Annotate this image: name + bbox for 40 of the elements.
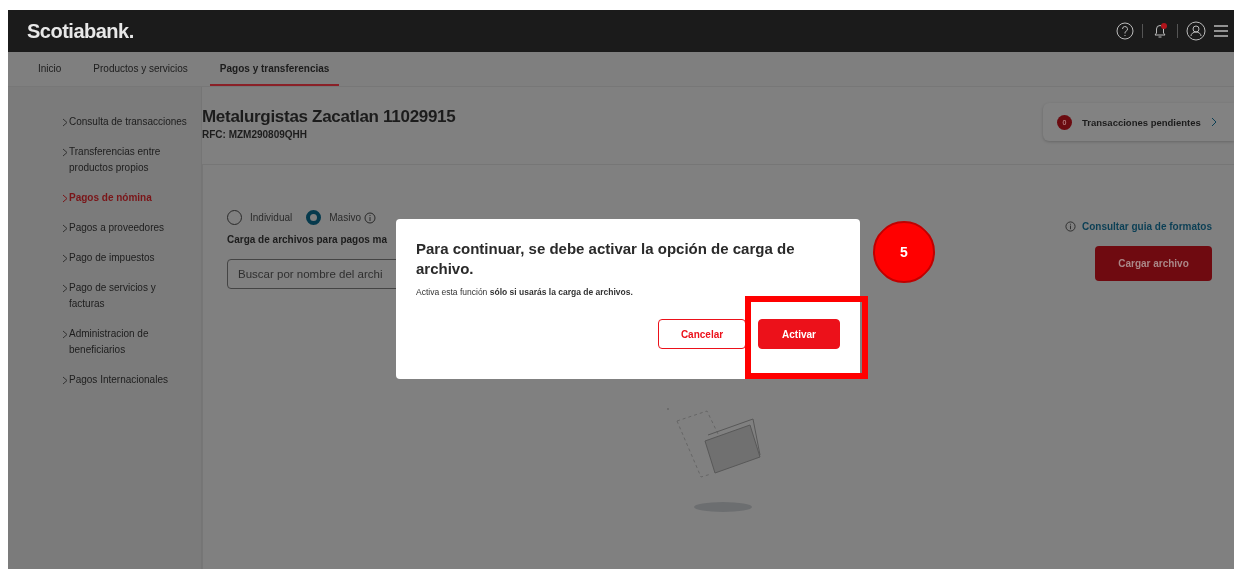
info-icon [1065, 221, 1076, 232]
bell-icon[interactable] [1151, 22, 1169, 40]
radio-label: Masivo [329, 212, 361, 223]
sidebar-link[interactable]: Pagos de nómina [69, 190, 152, 206]
upload-label: Carga de archivos para pagos ma [227, 234, 389, 245]
activate-button[interactable]: Activar [758, 319, 840, 349]
menu-icon[interactable] [1214, 25, 1228, 37]
sidebar-link[interactable]: Administracion de beneficiarios [69, 326, 193, 358]
sidebar-link[interactable]: Transferencias entre productos propios [69, 144, 193, 176]
rfc-text: RFC: MZM290809QHH [202, 129, 309, 140]
radio-label: Individual [250, 212, 293, 223]
chevron-icon [62, 224, 69, 233]
nav-tab[interactable]: Pagos y transferencias [209, 52, 340, 86]
account-title: Metalurgistas Zacatlan 11029915 [202, 107, 456, 127]
format-guide-link[interactable]: Consultar guia de formatos [1082, 221, 1212, 232]
cancel-button[interactable]: Cancelar [658, 319, 746, 349]
sidebar-link[interactable]: Pagos a proveedores [69, 220, 165, 236]
chevron-icon [62, 118, 69, 127]
sidebar-link[interactable]: Consulta de transacciones [69, 114, 187, 130]
nav-tab[interactable]: Productos y servicios [83, 52, 198, 86]
sidebar-link[interactable]: Pago de impuestos [69, 250, 155, 266]
chevron-icon [62, 284, 69, 293]
chevron-icon [62, 148, 69, 157]
upload-file-button[interactable]: Cargar archivo [1095, 245, 1212, 281]
chevron-icon [62, 254, 69, 263]
radio-button[interactable] [306, 210, 322, 225]
dialog-message: Activa esta función sólo si usarás la carga de archivos. [416, 287, 634, 297]
chevron-icon [62, 376, 69, 385]
chevron-icon [62, 330, 69, 339]
sidebar-link[interactable]: Pago de servicios y facturas [69, 280, 193, 312]
sidebar-link[interactable]: Pagos Internacionales [69, 372, 168, 388]
pending-label: Transacciones pendientes [1082, 116, 1201, 128]
step-badge: 5 [873, 221, 935, 283]
chevron-icon [62, 194, 69, 203]
info-icon[interactable] [363, 211, 376, 224]
help-icon[interactable] [1116, 22, 1134, 40]
user-icon[interactable] [1186, 21, 1206, 41]
chevron-icon [1210, 117, 1217, 127]
nav-tab[interactable]: Inicio [28, 52, 72, 86]
logo[interactable]: Scotiabank. [27, 19, 134, 43]
